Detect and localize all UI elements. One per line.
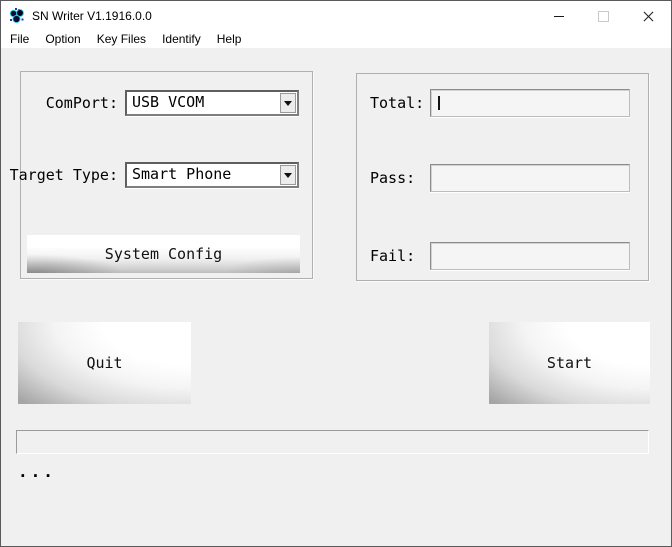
total-label: Total: xyxy=(370,94,425,112)
comport-label: ComPort: xyxy=(45,94,118,112)
minimize-button[interactable] xyxy=(536,1,581,31)
text-caret xyxy=(438,96,440,110)
counters-groupbox: Total: Pass: Fail: xyxy=(356,73,649,281)
menu-item-identify[interactable]: Identify xyxy=(154,31,209,48)
chevron-down-icon xyxy=(284,172,292,178)
minimize-icon xyxy=(553,15,564,17)
quit-button[interactable]: Quit xyxy=(18,322,191,404)
window-title: SN Writer V1.1916.0.0 xyxy=(32,9,152,23)
menu-item-option[interactable]: Option xyxy=(37,31,88,48)
close-icon xyxy=(642,10,655,23)
target-type-select[interactable]: Smart Phone xyxy=(125,162,299,188)
system-config-button[interactable]: System Config xyxy=(27,235,300,273)
maximize-icon xyxy=(598,10,609,22)
config-groupbox: ComPort: USB VCOM Target Type: Smart Pho… xyxy=(10,71,313,279)
target-type-value: Smart Phone xyxy=(132,165,232,183)
menubar: File Option Key Files Identify Help xyxy=(1,31,671,48)
close-button[interactable] xyxy=(626,1,671,31)
app-icon xyxy=(9,8,24,24)
fail-field[interactable] xyxy=(430,242,630,270)
progress-bar xyxy=(16,430,649,454)
total-field[interactable] xyxy=(430,89,630,117)
comport-select[interactable]: USB VCOM xyxy=(125,90,299,116)
target-type-dropdown-button[interactable] xyxy=(280,165,296,185)
app-window: SN Writer V1.1916.0.0 File Option Key Fi… xyxy=(0,0,672,547)
status-message: ... xyxy=(18,462,56,481)
comport-value: USB VCOM xyxy=(132,93,205,111)
titlebar[interactable]: SN Writer V1.1916.0.0 xyxy=(1,1,671,31)
menu-item-key-files[interactable]: Key Files xyxy=(89,31,154,48)
fail-label: Fail: xyxy=(370,247,416,265)
chevron-down-icon xyxy=(284,100,292,106)
menu-item-help[interactable]: Help xyxy=(209,31,250,48)
comport-dropdown-button[interactable] xyxy=(280,93,296,113)
maximize-button[interactable] xyxy=(581,1,626,31)
pass-field[interactable] xyxy=(430,164,630,192)
target-type-label: Target Type: xyxy=(9,166,118,184)
pass-label: Pass: xyxy=(370,169,416,187)
start-button[interactable]: Start xyxy=(489,322,650,404)
menu-item-file[interactable]: File xyxy=(2,31,37,48)
caption-buttons xyxy=(536,1,671,31)
